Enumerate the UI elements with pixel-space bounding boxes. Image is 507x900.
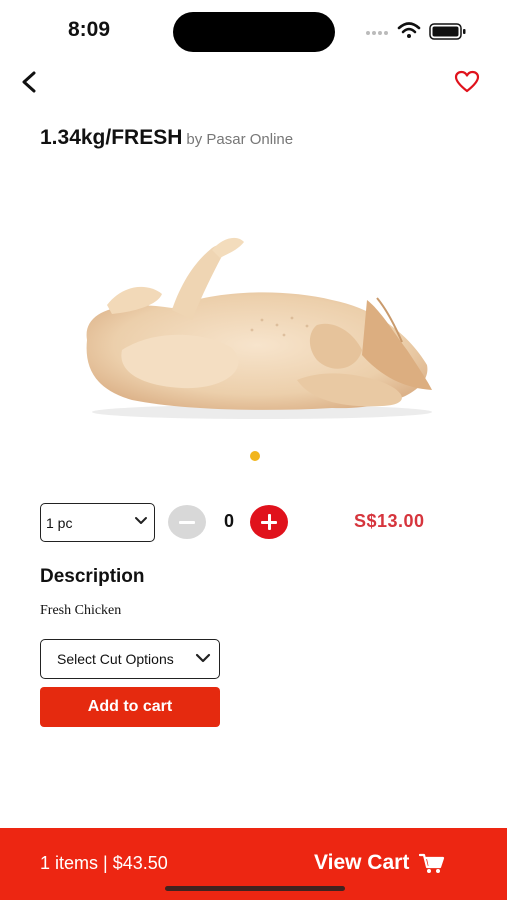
wifi-icon [397, 22, 421, 38]
product-title-row: 1.34kg/FRESH by Pasar Online [40, 126, 293, 150]
carousel-dot[interactable] [250, 451, 260, 461]
add-to-cart-button[interactable]: Add to cart [40, 687, 220, 727]
quantity-value: 0 [223, 511, 234, 531]
signal-icon [366, 31, 388, 35]
vendor-name: by Pasar Online [186, 131, 294, 148]
unit-select[interactable]: 1 pc [40, 503, 155, 542]
chevron-down-icon [195, 653, 211, 663]
cart-summary: 1 items | $43.50 [40, 853, 168, 873]
product-price: S$13.00 [354, 511, 425, 531]
top-nav [0, 62, 507, 102]
back-arrow-icon[interactable] [18, 68, 44, 96]
increase-quantity-button[interactable] [250, 505, 288, 539]
status-bar: 8:09 [0, 0, 507, 62]
product-image[interactable] [62, 230, 446, 420]
battery-icon [429, 23, 466, 40]
chevron-down-icon [135, 517, 147, 524]
cut-options-select[interactable]: Select Cut Options [40, 639, 220, 679]
home-indicator [165, 886, 345, 891]
view-cart-label: View Cart [314, 851, 410, 874]
description-text: Fresh Chicken [40, 603, 122, 618]
description-heading: Description [40, 566, 145, 587]
product-title: 1.34kg/FRESH [40, 126, 183, 149]
unit-select-value: 1 pc [46, 514, 73, 531]
cart-bar: 1 items | $43.50 View Cart [0, 828, 507, 900]
cut-options-label: Select Cut Options [57, 651, 174, 667]
cart-icon [419, 853, 445, 873]
status-time: 8:09 [68, 18, 111, 41]
heart-icon[interactable] [454, 70, 480, 94]
view-cart-button[interactable]: View Cart [314, 851, 445, 875]
dynamic-island [173, 12, 335, 52]
status-icons [366, 22, 466, 40]
decrease-quantity-button[interactable] [168, 505, 206, 539]
